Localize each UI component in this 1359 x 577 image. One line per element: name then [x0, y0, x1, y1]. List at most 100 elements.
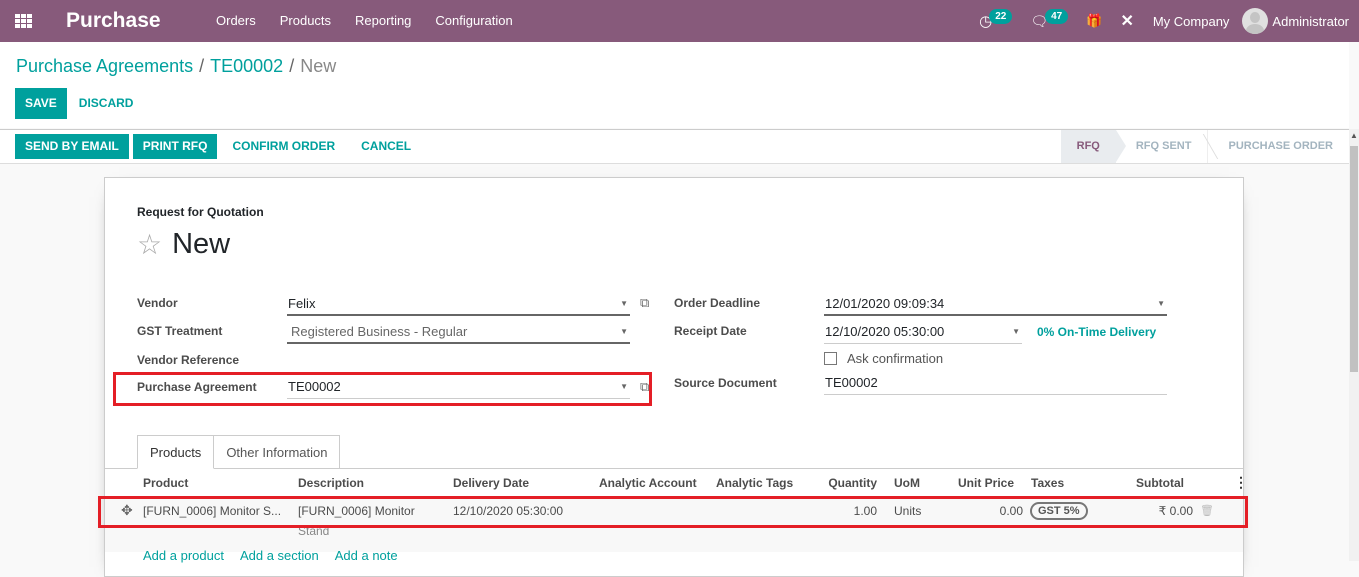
on-time-delivery-link[interactable]: 0% On-Time Delivery [1037, 325, 1156, 339]
dropdown-caret-icon[interactable]: ▼ [620, 294, 628, 314]
cell-uom[interactable]: Units [894, 504, 921, 518]
company-switcher[interactable]: My Company [1153, 14, 1230, 29]
trash-icon[interactable]: 🗑 [1200, 504, 1214, 517]
vendor-field[interactable]: Felix ▼ [287, 294, 630, 316]
save-button[interactable]: Save [15, 88, 67, 119]
cell-subtotal: ₹ 0.00 [1158, 504, 1193, 518]
cell-delivery-date[interactable]: 12/10/2020 05:30:00 [453, 504, 563, 518]
systray: ◷ 22 🗨 47 🎁 ✕ My Company Administrator [970, 0, 1359, 42]
scroll-up-arrow-icon[interactable]: ▲ [1349, 129, 1359, 143]
send-by-email-button[interactable]: Send by Email [15, 134, 129, 159]
external-link-icon[interactable]: ⧉ [640, 379, 649, 395]
discard-button[interactable]: Discard [67, 88, 146, 119]
top-navbar: Purchase Orders Products Reporting Confi… [0, 0, 1359, 42]
cell-quantity[interactable]: 1.00 [827, 504, 877, 518]
receipt-date-label: Receipt Date [674, 324, 747, 338]
menu-reporting[interactable]: Reporting [343, 0, 423, 42]
ask-confirmation-checkbox[interactable] [824, 352, 837, 365]
gst-treatment-select[interactable]: Registered Business - Regular ▼ [287, 322, 630, 344]
gst-treatment-label: GST Treatment [137, 324, 223, 338]
activity-count-badge: 22 [989, 8, 1013, 24]
breadcrumb-purchase-agreements[interactable]: Purchase Agreements [16, 56, 193, 76]
document-type-label: Request for Quotation [137, 205, 264, 219]
messaging-menu-button[interactable]: 🗨 47 [1030, 8, 1069, 30]
tab-divider [105, 468, 1243, 469]
cell-description[interactable]: [FURN_0006] Monitor Stand [298, 504, 415, 538]
cell-product[interactable]: [FURN_0006] Monitor S... [143, 504, 281, 518]
avatar [1242, 8, 1269, 34]
scroll-thumb[interactable] [1350, 146, 1358, 372]
source-document-label: Source Document [674, 376, 777, 390]
breadcrumb-separator: / [199, 56, 205, 76]
dropdown-caret-icon[interactable]: ▼ [1012, 322, 1020, 342]
source-document-input[interactable]: TE00002 [824, 373, 1167, 395]
menu-orders[interactable]: Orders [216, 0, 268, 42]
order-deadline-label: Order Deadline [674, 296, 761, 310]
receipt-date-value: 12/10/2020 05:30:00 [825, 324, 945, 339]
gst-treatment-value: Registered Business - Regular [291, 324, 468, 339]
column-header-subtotal[interactable]: Subtotal [1125, 476, 1184, 490]
user-menu[interactable]: Administrator [1242, 8, 1349, 34]
column-header-taxes[interactable]: Taxes [1031, 476, 1064, 490]
tab-products[interactable]: Products [137, 435, 215, 469]
tax-tag[interactable]: GST 5% [1030, 502, 1088, 520]
menu-products[interactable]: Products [268, 0, 343, 42]
column-header-product[interactable]: Product [143, 476, 188, 490]
cell-unit-price[interactable]: 0.00 [945, 504, 1023, 518]
purchase-agreement-label: Purchase Agreement [137, 380, 257, 394]
description-line: Stand [298, 524, 330, 538]
stage-rfq-sent[interactable]: RFQ Sent [1116, 130, 1209, 163]
control-panel: Purchase Agreements / TE00002/New Save Dis… [0, 42, 1349, 128]
menu-configuration[interactable]: Configuration [423, 0, 524, 42]
column-header-delivery-date[interactable]: Delivery Date [453, 476, 529, 490]
external-link-icon[interactable]: ⧉ [640, 295, 649, 311]
dropdown-caret-icon[interactable]: ▼ [620, 322, 628, 342]
confirm-order-button[interactable]: Confirm Order [221, 134, 346, 159]
main-menu: Orders Products Reporting Configuration [216, 0, 525, 42]
ask-confirmation-label: Ask confirmation [847, 351, 944, 366]
optional-columns-kebab-icon[interactable]: ⋮ [1234, 474, 1248, 491]
form-sheet: Request for Quotation ☆ New Vendor Felix… [98, 177, 1248, 577]
apps-menu-button[interactable] [0, 0, 46, 42]
tab-other-information[interactable]: Other Information [214, 435, 341, 469]
cancel-button[interactable]: Cancel [350, 134, 422, 159]
purchase-agreement-field[interactable]: TE00002 ▼ [287, 377, 630, 399]
debug-tools-button[interactable]: ✕ [1120, 11, 1133, 31]
breadcrumb-agreement[interactable]: TE00002 [210, 56, 283, 76]
apps-grid-icon [14, 14, 32, 28]
breadcrumb: Purchase Agreements / TE00002/New [16, 56, 336, 77]
gift-icon: 🎁 [1086, 13, 1103, 28]
page-title: New [172, 228, 231, 260]
column-header-quantity[interactable]: Quantity [827, 476, 877, 490]
breadcrumb-separator: / [289, 56, 295, 76]
message-count-badge: 47 [1045, 8, 1069, 24]
column-header-analytic-account[interactable]: Analytic Account [599, 476, 697, 490]
order-deadline-input[interactable]: 12/01/2020 09:09:34 ▼ [824, 294, 1167, 316]
drag-handle-icon[interactable]: ✥ [121, 502, 133, 519]
dropdown-caret-icon[interactable]: ▼ [620, 377, 628, 397]
receipt-date-input[interactable]: 12/10/2020 05:30:00 ▼ [824, 322, 1022, 344]
order-deadline-value: 12/01/2020 09:09:34 [825, 296, 945, 311]
column-header-uom[interactable]: UoM [894, 476, 920, 490]
vendor-label: Vendor [137, 296, 178, 310]
activity-menu-button[interactable]: ◷ 22 [979, 8, 1013, 30]
statusbar: Send by Email Print RFQ Confirm Order Ca… [0, 129, 1349, 164]
print-rfq-button[interactable]: Print RFQ [132, 134, 218, 159]
vertical-scrollbar[interactable]: ▲ [1349, 129, 1359, 561]
description-line: [FURN_0006] Monitor [298, 504, 415, 518]
column-header-description[interactable]: Description [298, 476, 364, 490]
vendor-value: Felix [288, 296, 316, 311]
vendor-reference-input[interactable] [287, 350, 630, 372]
column-header-analytic-tags[interactable]: Analytic Tags [716, 476, 793, 490]
star-icon[interactable]: ☆ [137, 230, 162, 259]
stage-pipeline: RFQ RFQ Sent Purchase Order [1060, 130, 1349, 163]
dropdown-caret-icon[interactable]: ▼ [1157, 294, 1165, 314]
vendor-reference-label: Vendor Reference [137, 353, 240, 367]
app-title: Purchase [66, 9, 161, 32]
stage-purchase-order[interactable]: Purchase Order [1208, 130, 1349, 163]
stage-rfq[interactable]: RFQ [1060, 130, 1127, 163]
breadcrumb-current: New [300, 56, 337, 76]
column-header-unit-price[interactable]: Unit Price [945, 476, 1014, 490]
user-name: Administrator [1272, 13, 1349, 29]
gift-button[interactable]: 🎁 [1086, 13, 1102, 29]
